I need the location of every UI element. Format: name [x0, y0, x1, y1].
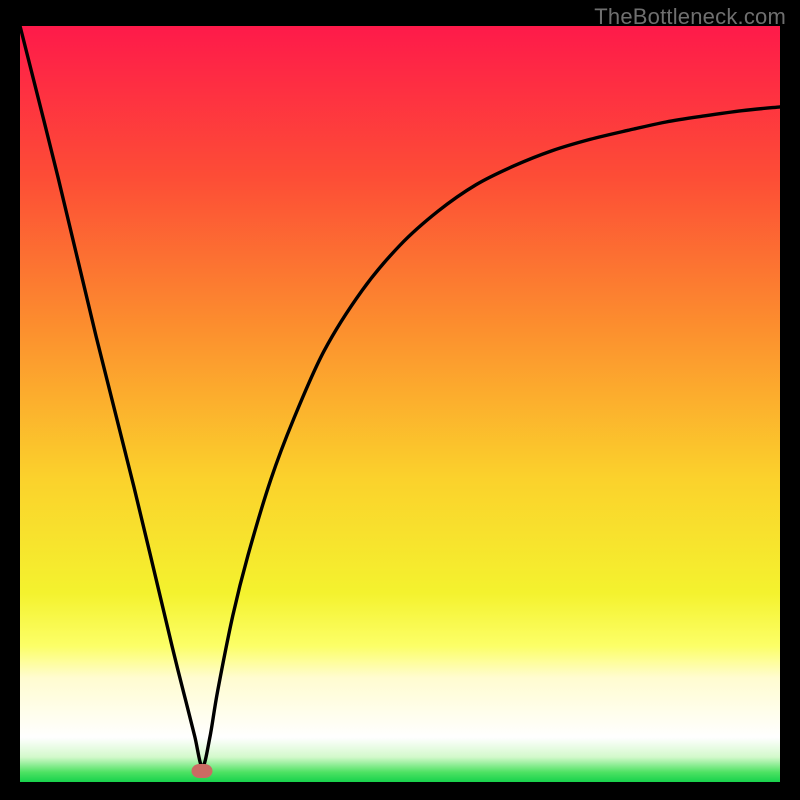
vertex-marker — [192, 764, 213, 778]
gradient-background — [20, 26, 780, 782]
watermark-text: TheBottleneck.com — [594, 4, 786, 30]
chart-frame: TheBottleneck.com — [0, 0, 800, 800]
plot-area — [20, 26, 780, 782]
bottleneck-chart — [20, 26, 780, 782]
